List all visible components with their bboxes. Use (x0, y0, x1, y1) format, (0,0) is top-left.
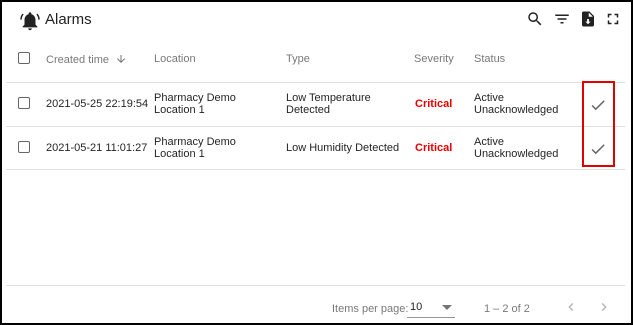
acknowledge-highlight-box (582, 81, 615, 167)
type-cell: Low Temperature Detected (286, 92, 371, 116)
location-cell: Pharmacy Demo Location 1 (154, 136, 236, 160)
next-page-icon[interactable] (596, 299, 612, 315)
widget-header: Alarms (2, 2, 631, 40)
status-line: Unacknowledged (474, 104, 559, 116)
row-checkbox[interactable] (18, 97, 30, 109)
select-all-checkbox[interactable] (18, 52, 30, 64)
type-cell: Low Humidity Detected (286, 142, 400, 154)
items-per-page-select[interactable]: 10 (407, 299, 455, 318)
fullscreen-icon[interactable] (604, 10, 622, 28)
header-divider (6, 82, 625, 83)
col-severity[interactable]: Severity (414, 53, 454, 65)
col-location[interactable]: Location (154, 53, 196, 65)
dropdown-caret-icon (442, 305, 452, 310)
filter-icon[interactable] (553, 10, 571, 28)
location-line: Location 1 (154, 148, 205, 160)
row-divider (6, 126, 625, 127)
alarms-widget: Alarms Created time Location Type Severi… (0, 0, 633, 325)
previous-page-icon[interactable] (563, 299, 579, 315)
location-cell: Pharmacy Demo Location 1 (154, 92, 236, 116)
location-line: Location 1 (154, 104, 205, 116)
type-line: Detected (286, 104, 331, 116)
severity-badge: Critical (415, 98, 453, 110)
location-line: Pharmacy Demo (154, 92, 236, 104)
status-line: Unacknowledged (474, 148, 559, 160)
status-line: Active (474, 92, 504, 104)
severity-badge: Critical (415, 142, 453, 154)
status-line: Active (474, 136, 504, 148)
sort-arrow-down-icon (117, 55, 126, 63)
search-icon[interactable] (526, 10, 544, 28)
col-created-time-label: Created time (46, 54, 109, 66)
col-type[interactable]: Type (286, 53, 310, 65)
status-cell: Active Unacknowledged (474, 136, 558, 160)
created-time-cell: 2021-05-21 11:01:27 (46, 142, 148, 154)
type-line: Low Temperature (286, 92, 371, 104)
col-created-time[interactable]: Created time (46, 53, 127, 66)
items-per-page-value: 10 (410, 301, 423, 313)
status-cell: Active Unacknowledged (474, 92, 558, 116)
location-line: Pharmacy Demo (154, 136, 236, 148)
created-time-cell: 2021-05-25 22:19:54 (46, 98, 149, 110)
row-checkbox[interactable] (18, 141, 30, 153)
col-status[interactable]: Status (474, 53, 505, 65)
pagination-range: 1 – 2 of 2 (484, 303, 530, 315)
widget-title: Alarms (45, 11, 92, 28)
row-divider (6, 169, 625, 170)
footer-divider (6, 285, 625, 286)
items-per-page-label: Items per page: (332, 303, 409, 315)
export-icon[interactable] (579, 10, 597, 28)
alarm-bell-icon (20, 12, 40, 31)
